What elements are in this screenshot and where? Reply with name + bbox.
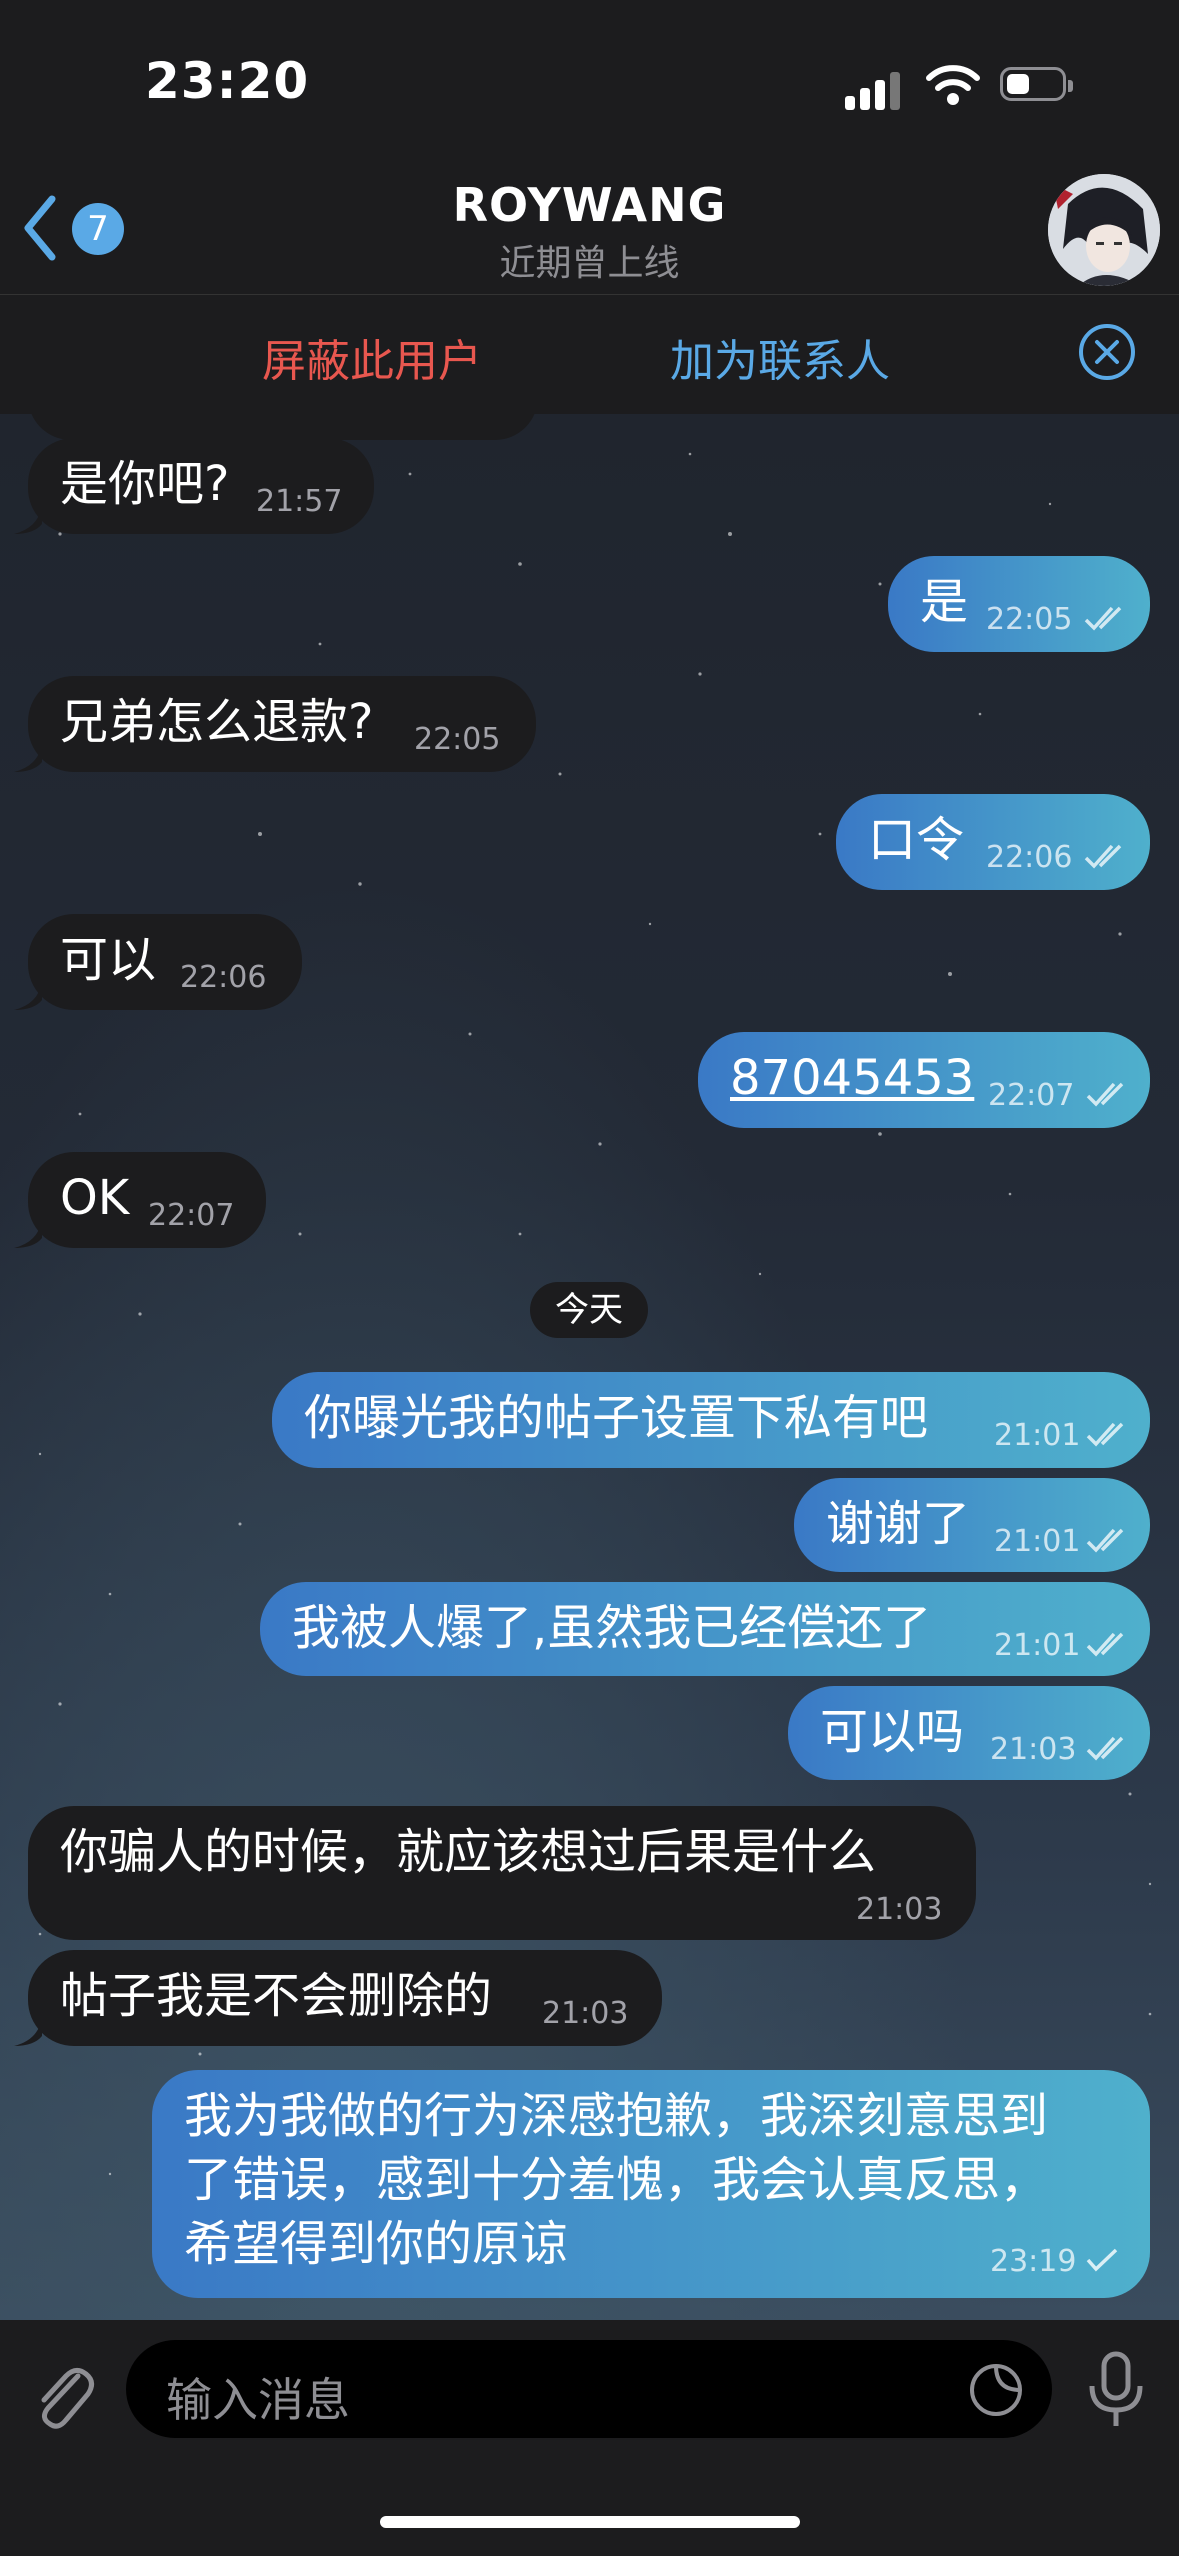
message-time: 22:06 [180,960,267,995]
message-time: 23:19 [990,2244,1077,2279]
message-time: 22:05 [414,722,501,757]
message-input[interactable]: 输入消息 [126,2340,1052,2438]
double-check-icon [1084,606,1122,631]
status-time: 23:20 [145,52,310,110]
paperclip-icon[interactable] [28,2358,98,2434]
outgoing-message[interactable]: 是 22:05 [888,556,1150,652]
incoming-message[interactable]: 你骗人的时候，就应该想过后果是什么 21:03 [28,1806,976,1940]
double-check-icon [1086,1736,1124,1761]
outgoing-message[interactable]: 87045453 22:07 [698,1032,1150,1128]
battery-icon [1000,67,1073,101]
message-time: 21:03 [856,1892,943,1927]
message-time: 22:07 [988,1078,1075,1113]
bubble-tail [14,506,42,534]
outgoing-message[interactable]: 我被人爆了,虽然我已经偿还了 21:01 [260,1582,1150,1676]
message-time: 22:05 [986,602,1073,637]
status-bar: 23:20 [0,0,1179,160]
add-contact-button[interactable]: 加为联系人 [670,325,890,389]
incoming-message[interactable]: 是你吧? 21:57 [28,438,374,534]
outgoing-message[interactable]: 谢谢了 21:01 [794,1478,1150,1572]
outgoing-message[interactable]: 你曝光我的帖子设置下私有吧 21:01 [272,1372,1150,1468]
message-time: 21:01 [994,1524,1081,1559]
double-check-icon [1086,1082,1124,1107]
double-check-icon [1084,844,1122,869]
outgoing-message[interactable]: 口令 22:06 [836,794,1150,890]
home-indicator[interactable] [380,2516,800,2528]
double-check-icon [1086,1632,1124,1657]
message-time: 22:06 [986,840,1073,875]
message-input-placeholder: 输入消息 [166,2373,350,2427]
message-bubble-partial [28,414,538,440]
incoming-message[interactable]: 兄弟怎么退款? 22:05 [28,676,536,772]
phone-number-link[interactable]: 87045453 [730,1050,974,1106]
single-check-icon [1086,2248,1118,2272]
bubble-tail [14,1220,42,1248]
wifi-icon [926,65,980,105]
message-list[interactable]: 是你吧? 21:57 是 22:05 兄弟怎么退款? 22:05 口令 22:0… [0,414,1179,2320]
chat-header: 7 ROYWANG 近期曾上线 [0,160,1179,294]
bubble-tail [14,2018,42,2046]
message-time: 21:01 [994,1418,1081,1453]
close-icon[interactable] [1078,323,1136,381]
microphone-icon[interactable] [1084,2350,1148,2430]
double-check-icon [1086,1528,1124,1553]
bubble-tail [14,982,42,1010]
contact-name[interactable]: ROYWANG [0,178,1179,232]
cellular-signal-icon [845,66,905,110]
message-time: 21:03 [542,1996,629,2031]
message-time: 22:07 [148,1198,235,1233]
date-separator: 今天 [530,1282,648,1338]
bubble-tail [14,744,42,772]
double-check-icon [1086,1422,1124,1447]
last-seen-status: 近期曾上线 [499,243,680,284]
incoming-message[interactable]: OK 22:07 [28,1152,266,1248]
unknown-contact-action-bar: 屏蔽此用户 加为联系人 [0,294,1179,416]
outgoing-message[interactable]: 可以吗 21:03 [788,1686,1150,1780]
message-time: 21:57 [256,484,343,519]
message-time: 21:01 [994,1628,1081,1663]
sticker-icon[interactable] [966,2360,1026,2420]
block-user-button[interactable]: 屏蔽此用户 [262,325,482,389]
message-time: 21:03 [990,1732,1077,1767]
incoming-message[interactable]: 帖子我是不会删除的 21:03 [28,1950,662,2046]
outgoing-message[interactable]: 我为我做的行为深感抱歉，我深刻意思到 了错误，感到十分羞愧，我会认真反思， 希望… [152,2070,1150,2298]
incoming-message[interactable]: 可以 22:06 [28,914,302,1010]
avatar[interactable] [1048,174,1160,286]
